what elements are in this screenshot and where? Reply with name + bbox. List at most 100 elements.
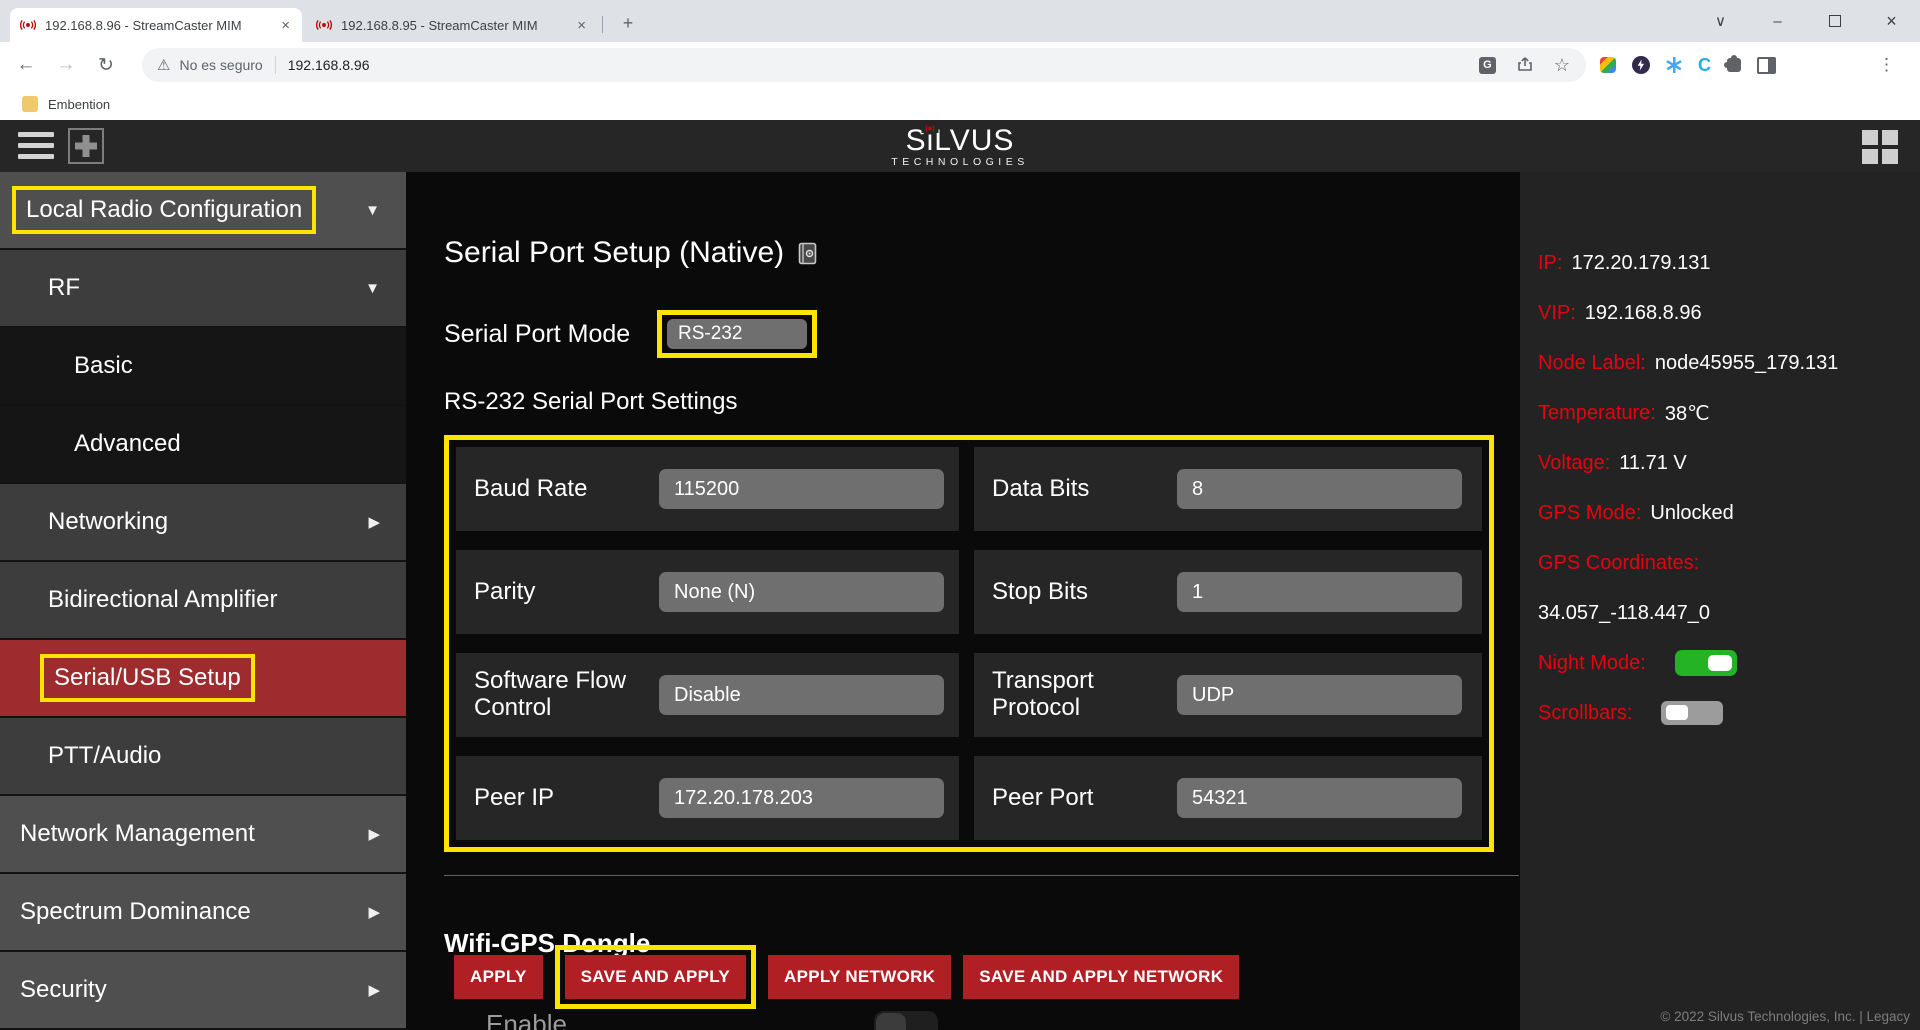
new-tab-button[interactable]: +	[615, 11, 641, 37]
sidebar-item-networking[interactable]: Networking ▶	[0, 484, 406, 562]
browser-menu-icon[interactable]: ⋮	[1878, 55, 1895, 75]
chevron-down-icon: ▼	[365, 280, 380, 297]
tab-search-chevron-icon[interactable]: ∨	[1692, 0, 1749, 42]
minimize-button[interactable]: –	[1749, 0, 1806, 42]
c-extension-icon[interactable]: C	[1698, 56, 1711, 74]
software-flow-control-row: Software Flow Control Disable	[456, 653, 959, 737]
url-text[interactable]: 192.168.8.96	[288, 57, 370, 73]
not-secure-warning-icon[interactable]: ⚠	[157, 56, 170, 74]
extensions-puzzle-icon[interactable]	[1727, 58, 1741, 72]
rs232-settings-heading: RS-232 Serial Port Settings	[444, 388, 1520, 416]
info-row-gps-coordinates-value: 34.057_-118.447_0	[1538, 588, 1920, 638]
peer-port-input[interactable]: 54321	[1177, 778, 1462, 818]
transport-protocol-select[interactable]: UDP	[1177, 675, 1462, 715]
info-row-vip: VIP: 192.168.8.96	[1538, 288, 1920, 338]
bookmark-star-icon[interactable]: ☆	[1554, 56, 1570, 74]
sidebar-item-rf[interactable]: RF ▼	[0, 250, 406, 328]
save-and-apply-button[interactable]: SAVE AND APPLY	[565, 955, 746, 999]
chevron-right-icon: ▶	[368, 513, 380, 531]
scrollbars-toggle[interactable]	[1661, 701, 1723, 725]
sidebar-item-spectrum-dominance[interactable]: Spectrum Dominance ▶	[0, 874, 406, 952]
photos-extension-icon[interactable]	[1600, 57, 1616, 73]
radio-favicon	[19, 19, 37, 31]
info-row-gps-coordinates: GPS Coordinates:	[1538, 538, 1920, 588]
transport-protocol-row: Transport Protocol UDP	[974, 653, 1482, 737]
info-row-gps-mode: GPS Mode: Unlocked	[1538, 488, 1920, 538]
bookmark-favicon	[22, 96, 38, 112]
back-button[interactable]: ←	[6, 54, 46, 76]
sidebar-item-network-management[interactable]: Network Management ▶	[0, 796, 406, 874]
sidebar-item-security[interactable]: Security ▶	[0, 952, 406, 1030]
serial-port-mode-select[interactable]: RS-232	[667, 319, 807, 349]
highlight-box: Local Radio Configuration	[12, 186, 316, 234]
layout-grid-icon[interactable]	[1862, 130, 1898, 164]
highlight-box: RS-232	[657, 310, 817, 358]
logo-antenna-icon	[922, 123, 939, 133]
close-icon[interactable]: ×	[574, 17, 589, 34]
enable-label: Enable	[486, 1009, 567, 1030]
save-and-apply-network-button[interactable]: SAVE AND APPLY NETWORK	[963, 955, 1239, 999]
highlight-box: SAVE AND APPLY	[555, 945, 756, 1009]
silvus-logo: SiLVUS TECHNOLOGIES	[0, 125, 1920, 168]
manual-book-icon[interactable]	[798, 242, 817, 265]
info-row-ip: IP: 172.20.179.131	[1538, 238, 1920, 288]
restore-button[interactable]	[1806, 0, 1863, 42]
highlight-box: Serial/USB Setup	[40, 654, 255, 702]
baud-rate-row: Baud Rate 115200	[456, 447, 959, 531]
night-mode-toggle[interactable]	[1675, 650, 1737, 676]
chevron-right-icon: ▶	[368, 825, 380, 843]
info-row-scrollbars: Scrollbars:	[1538, 688, 1920, 738]
apply-network-button[interactable]: APPLY NETWORK	[768, 955, 951, 999]
data-bits-row: Data Bits 8	[974, 447, 1482, 531]
snowflake-extension-icon[interactable]	[1666, 57, 1682, 73]
stop-bits-select[interactable]: 1	[1177, 572, 1462, 612]
omnibox-divider	[275, 56, 276, 74]
radio-favicon	[315, 19, 333, 31]
sidebar-item-advanced[interactable]: Advanced	[0, 406, 406, 484]
main-content: Serial Port Setup (Native) Serial Port M…	[406, 172, 1520, 1030]
serial-settings-highlight-box: Baud Rate 115200 Data Bits 8 Parity None…	[444, 435, 1494, 852]
forward-button[interactable]: →	[46, 54, 86, 76]
tab-streamcaster-95[interactable]: 192.168.8.95 - StreamCaster MIM ×	[306, 8, 598, 42]
page-title: Serial Port Setup (Native)	[444, 236, 1520, 270]
serial-port-mode-row: Serial Port Mode RS-232	[444, 310, 1520, 358]
address-bar[interactable]: ⚠ No es seguro 192.168.8.96 G ☆	[142, 48, 1586, 82]
tab-title: 192.168.8.95 - StreamCaster MIM	[341, 18, 568, 33]
share-icon[interactable]	[1516, 55, 1534, 76]
reload-button[interactable]: ↻	[86, 54, 126, 77]
section-divider	[444, 875, 1519, 876]
tab-streamcaster-96[interactable]: 192.168.8.96 - StreamCaster MIM ×	[10, 8, 302, 42]
baud-rate-select[interactable]: 115200	[659, 469, 944, 509]
sidebar-item-basic[interactable]: Basic	[0, 328, 406, 406]
enable-toggle[interactable]	[874, 1011, 938, 1030]
stop-bits-row: Stop Bits 1	[974, 550, 1482, 634]
apply-button[interactable]: APPLY	[454, 955, 543, 999]
peer-ip-input[interactable]: 172.20.178.203	[659, 778, 944, 818]
translate-icon[interactable]: G	[1479, 57, 1496, 74]
action-buttons-row: APPLY SAVE AND APPLY APPLY NETWORK SAVE …	[454, 955, 1520, 999]
software-flow-control-select[interactable]: Disable	[659, 675, 944, 715]
sidebar-item-local-radio-configuration[interactable]: Local Radio Configuration ▼	[0, 172, 406, 250]
page-header: SiLVUS TECHNOLOGIES	[0, 120, 1920, 172]
tab-title: 192.168.8.96 - StreamCaster MIM	[45, 18, 272, 33]
chevron-down-icon: ▼	[365, 202, 380, 219]
tab-separator	[602, 16, 603, 33]
info-row-voltage: Voltage: 11.71 V	[1538, 438, 1920, 488]
restore-icon	[1829, 15, 1841, 27]
wifi-gps-enable-row: Enable	[444, 1009, 1520, 1030]
info-row-night-mode: Night Mode:	[1538, 638, 1920, 688]
parity-row: Parity None (N)	[456, 550, 959, 634]
sidebar-item-ptt-audio[interactable]: PTT/Audio	[0, 718, 406, 796]
sidebar-item-bidirectional-amplifier[interactable]: Bidirectional Amplifier	[0, 562, 406, 640]
data-bits-select[interactable]: 8	[1177, 469, 1462, 509]
close-window-button[interactable]: ×	[1863, 0, 1920, 42]
bookmark-embention[interactable]: Embention	[48, 97, 110, 112]
info-row-temperature: Temperature: 38℃	[1538, 388, 1920, 438]
sidebar-item-serial-usb-setup[interactable]: Serial/USB Setup	[0, 640, 406, 718]
close-icon[interactable]: ×	[278, 17, 293, 34]
peer-ip-row: Peer IP 172.20.178.203	[456, 756, 959, 840]
info-row-node-label: Node Label: node45955_179.131	[1538, 338, 1920, 388]
side-panel-icon[interactable]	[1757, 57, 1776, 74]
bolt-extension-icon[interactable]	[1632, 56, 1650, 74]
parity-select[interactable]: None (N)	[659, 572, 944, 612]
